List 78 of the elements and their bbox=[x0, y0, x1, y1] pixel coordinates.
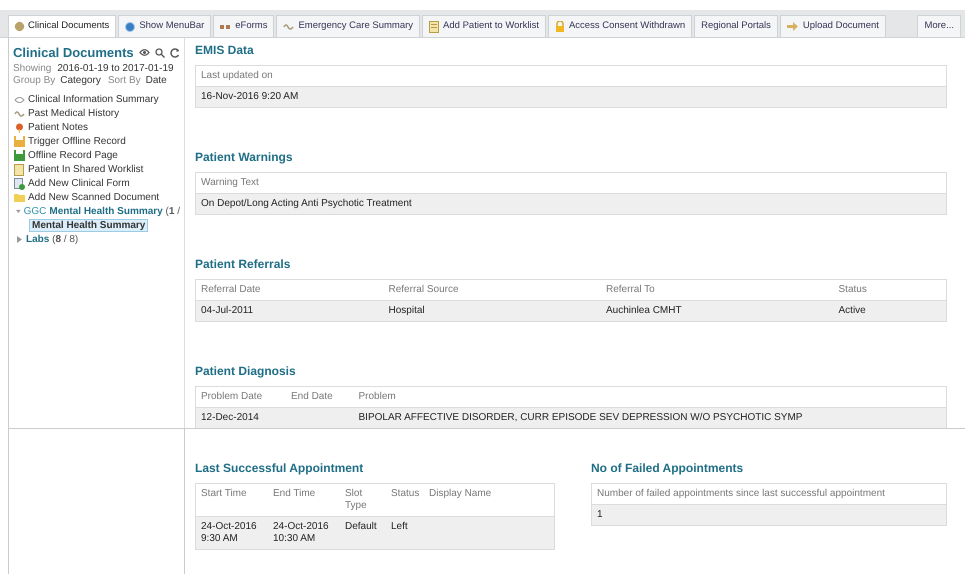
sidebar-item[interactable]: Clinical Information Summary bbox=[28, 92, 159, 107]
form-icon bbox=[220, 22, 232, 30]
column-header: Status bbox=[390, 487, 420, 501]
sidebar-item[interactable]: Add New Clinical Form bbox=[28, 176, 130, 191]
table-cell: On Depot/Long Acting Anti Psychotic Treatment bbox=[201, 198, 412, 209]
document-icon bbox=[14, 164, 24, 176]
sidebar-item[interactable]: Trigger Offline Record bbox=[28, 134, 126, 149]
lock-icon bbox=[554, 20, 565, 32]
column-header: Number of failed appointments since last successful appointment bbox=[596, 487, 886, 501]
section-heading: Patient Diagnosis bbox=[195, 363, 297, 380]
table-cell: BIPOLAR AFFECTIVE DISORDER, CURR EPISODE SEV DEPRESSION W/O PSYCHOTIC SYMP bbox=[358, 412, 802, 423]
column-header: Referral Date bbox=[200, 283, 262, 297]
wave-icon bbox=[283, 22, 294, 30]
table-cell: Left bbox=[391, 521, 408, 532]
tree-item[interactable]: Mental Health Summary bbox=[29, 219, 148, 232]
sort-by-label: Sort By bbox=[108, 74, 141, 86]
sidebar-item[interactable]: Past Medical History bbox=[28, 106, 120, 121]
group-by-label: Group By bbox=[13, 74, 56, 86]
section-heading: No of Failed Appointments bbox=[591, 460, 744, 477]
column-header: End Date bbox=[290, 390, 334, 404]
folder-icon bbox=[14, 193, 24, 202]
column-header: Display Name bbox=[428, 487, 492, 501]
tab[interactable]: Emergency Care Summary bbox=[276, 15, 420, 37]
section-heading: Patient Warnings bbox=[195, 149, 294, 166]
document-icon bbox=[429, 20, 440, 32]
globe-icon bbox=[125, 22, 136, 32]
table-cell: 16-Nov-2016 9:20 AM bbox=[201, 91, 298, 102]
refresh-icon[interactable] bbox=[170, 48, 180, 58]
section-heading: Last Successful Appointment bbox=[195, 460, 364, 477]
search-icon[interactable] bbox=[154, 48, 165, 58]
tab[interactable]: eForms bbox=[213, 15, 274, 37]
collapsed-arrow-icon[interactable] bbox=[16, 236, 23, 243]
tab[interactable]: Regional Portals bbox=[694, 15, 778, 37]
sidebar-item[interactable]: Patient In Shared Worklist bbox=[28, 162, 144, 177]
column-header: End Time bbox=[272, 487, 316, 501]
column-header: Problem Date bbox=[200, 390, 264, 404]
sort-by-value[interactable]: Date bbox=[146, 74, 167, 86]
upload-arrow-icon bbox=[786, 22, 799, 31]
expanded-arrow-icon[interactable] bbox=[16, 208, 21, 215]
tab[interactable]: Show MenuBar bbox=[118, 15, 212, 37]
tab[interactable]: Clinical Documents bbox=[8, 15, 116, 37]
table-cell: 1 bbox=[597, 509, 603, 520]
column-header: Warning Text bbox=[200, 176, 260, 190]
section-heading: EMIS Data bbox=[195, 42, 255, 59]
column-header: Last updated on bbox=[200, 69, 274, 83]
table-cell: Hospital bbox=[388, 305, 425, 316]
column-header: Status bbox=[838, 283, 868, 297]
table-cell: 24-Oct-2016 9:30 AM bbox=[201, 521, 257, 544]
column-header: Referral To bbox=[605, 283, 656, 297]
date-range: 2016-01-19 to 2017-01-19 bbox=[57, 62, 174, 74]
sidebar-item[interactable]: Offline Record Page bbox=[28, 148, 118, 163]
column-header: Slot Type bbox=[344, 487, 368, 513]
showing-label: Showing bbox=[13, 62, 52, 74]
column-header: Problem bbox=[358, 390, 397, 404]
wave-icon bbox=[14, 110, 24, 118]
sidebar-item[interactable]: Add New Scanned Document bbox=[28, 190, 160, 205]
table-cell: Default bbox=[345, 521, 377, 532]
column-header: Start Time bbox=[200, 487, 248, 501]
document-add-icon bbox=[14, 178, 24, 190]
panel-title: Clinical Documents bbox=[13, 44, 134, 62]
sidebar-item[interactable]: Patient Notes bbox=[28, 120, 88, 135]
tab[interactable]: Upload Document bbox=[780, 15, 886, 37]
tree-item[interactable]: GGC Mental Health Summary (1 / bbox=[24, 204, 180, 219]
table-cell: 24-Oct-2016 10:30 AM bbox=[273, 521, 329, 544]
eye-shape-icon bbox=[14, 96, 24, 104]
pin-icon bbox=[14, 122, 24, 132]
tab[interactable]: Access Consent Withdrawn bbox=[548, 15, 692, 37]
table-cell: 12-Dec-2014 bbox=[201, 412, 259, 423]
tab[interactable]: More... bbox=[917, 15, 961, 37]
table-cell: Auchinlea CMHT bbox=[606, 305, 682, 316]
table-cell: 04-Jul-2011 bbox=[201, 305, 254, 316]
section-heading: Patient Referrals bbox=[195, 256, 292, 273]
column-header: Referral Source bbox=[388, 283, 460, 297]
table-cell: Active bbox=[838, 305, 866, 316]
tab[interactable]: Add Patient to Worklist bbox=[422, 15, 546, 37]
group-by-value[interactable]: Category bbox=[60, 74, 101, 86]
tree-item[interactable]: Labs (8 / 8) bbox=[26, 232, 78, 247]
eye-icon[interactable] bbox=[138, 48, 150, 58]
